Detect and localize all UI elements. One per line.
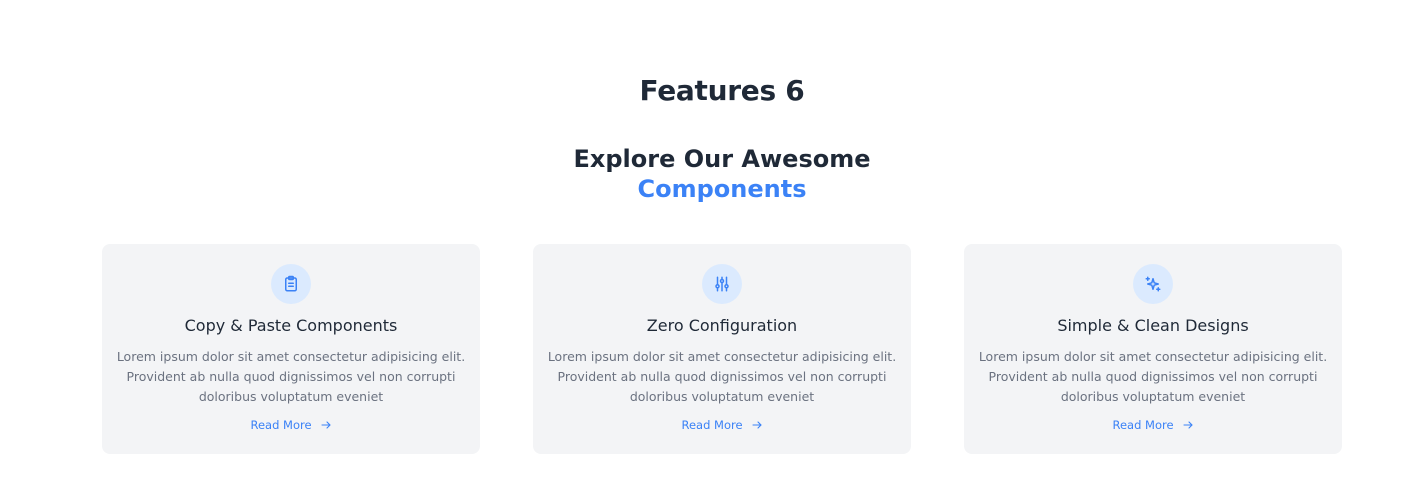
arrow-right-icon xyxy=(320,421,331,429)
features-section: Features 6 Explore Our Awesome Component… xyxy=(0,0,1420,491)
card-title: Simple & Clean Designs xyxy=(1057,316,1249,335)
card-description: Lorem ipsum dolor sit amet consectetur a… xyxy=(116,349,466,404)
sparkles-icon xyxy=(1133,264,1173,304)
read-more-label: Read More xyxy=(250,418,312,432)
sliders-icon xyxy=(702,264,742,304)
card-description: Lorem ipsum dolor sit amet consectetur a… xyxy=(547,349,897,404)
card-title: Copy & Paste Components xyxy=(184,316,398,335)
heading-line-1: Explore Our Awesome xyxy=(573,145,871,173)
arrow-right-icon xyxy=(1182,421,1193,429)
read-more-label: Read More xyxy=(681,418,743,432)
read-more-link[interactable]: Read More xyxy=(102,418,480,432)
read-more-link[interactable]: Read More xyxy=(533,418,911,432)
feature-card-copy-paste: Copy & Paste Components Lorem ipsum dolo… xyxy=(102,244,480,454)
read-more-link[interactable]: Read More xyxy=(964,418,1342,432)
clipboard-icon xyxy=(271,264,311,304)
section-heading: Explore Our Awesome Components xyxy=(0,144,1420,204)
feature-card-simple-clean: Simple & Clean Designs Lorem ipsum dolor… xyxy=(964,244,1342,454)
read-more-label: Read More xyxy=(1112,418,1174,432)
feature-card-zero-config: Zero Configuration Lorem ipsum dolor sit… xyxy=(533,244,911,454)
page-title: Features 6 xyxy=(639,74,805,107)
card-description: Lorem ipsum dolor sit amet consectetur a… xyxy=(978,349,1328,404)
arrow-right-icon xyxy=(751,421,762,429)
heading-line-2-accent: Components xyxy=(637,175,807,203)
card-title: Zero Configuration xyxy=(646,316,798,335)
